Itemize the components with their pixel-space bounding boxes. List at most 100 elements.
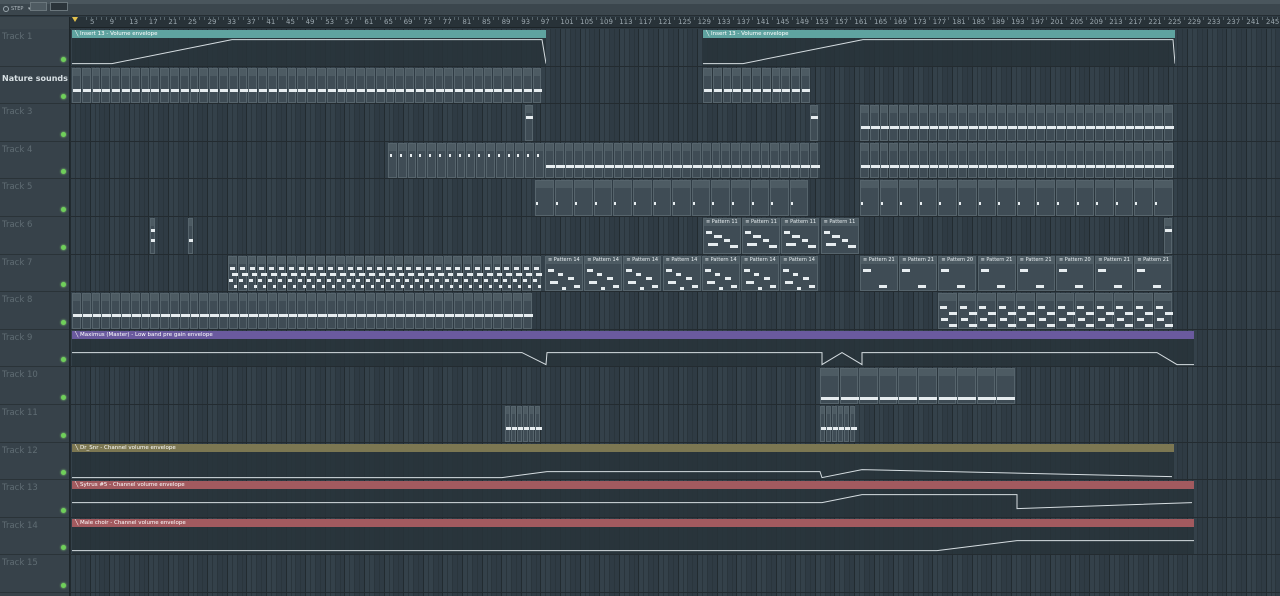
pattern-clip[interactable] <box>1134 180 1153 216</box>
pattern-clip[interactable] <box>750 180 770 216</box>
pattern-clip[interactable] <box>388 142 397 179</box>
pattern-clip[interactable] <box>535 180 554 216</box>
pattern-clip[interactable] <box>188 218 193 254</box>
pattern-clip[interactable]: ≡ Pattern 21 <box>860 255 898 292</box>
pattern-clip[interactable] <box>997 105 1008 141</box>
automation-curve[interactable] <box>72 38 546 66</box>
pattern-clip[interactable] <box>160 293 171 329</box>
pattern-clip[interactable] <box>1154 105 1164 141</box>
pattern-clip[interactable] <box>1085 105 1096 141</box>
track-mute-led-icon[interactable] <box>61 206 66 212</box>
audio-clip[interactable] <box>771 67 781 103</box>
pattern-clip[interactable] <box>967 142 978 179</box>
audio-clip[interactable] <box>81 67 91 103</box>
track-mute-led-icon[interactable] <box>61 432 66 438</box>
pattern-clip[interactable] <box>505 142 515 179</box>
audio-clip[interactable] <box>287 67 297 103</box>
pattern-clip[interactable] <box>335 255 346 292</box>
pattern-clip[interactable] <box>346 293 357 329</box>
pattern-clip[interactable] <box>493 293 504 329</box>
pattern-clip[interactable] <box>1056 105 1066 141</box>
pattern-clip[interactable]: ≡ Pattern 11 <box>781 218 820 254</box>
pattern-clip[interactable] <box>529 406 536 442</box>
pattern-clip[interactable] <box>860 142 870 179</box>
track-mute-led-icon[interactable] <box>61 357 66 363</box>
pattern-clip[interactable] <box>860 180 879 216</box>
pattern-clip[interactable] <box>209 293 220 329</box>
pattern-clip[interactable] <box>286 255 297 292</box>
pattern-clip[interactable] <box>336 293 347 329</box>
pattern-clip[interactable] <box>1153 293 1173 329</box>
pattern-clip[interactable] <box>899 180 918 216</box>
pattern-clip[interactable] <box>909 142 919 179</box>
pattern-clip[interactable] <box>810 105 818 141</box>
audio-clip[interactable] <box>189 67 199 103</box>
track-mute-led-icon[interactable] <box>61 244 66 250</box>
pattern-clip[interactable] <box>1105 105 1115 141</box>
automation-curve[interactable] <box>72 339 1194 367</box>
pattern-clip[interactable] <box>977 142 988 179</box>
audio-clip[interactable] <box>366 67 375 103</box>
track-header[interactable]: Track 4 <box>0 141 69 180</box>
pattern-clip[interactable] <box>1114 105 1125 141</box>
audio-clip[interactable] <box>503 67 513 103</box>
pattern-clip[interactable] <box>996 293 1016 329</box>
pattern-clip[interactable] <box>594 142 604 179</box>
pattern-clip[interactable] <box>384 255 395 292</box>
pattern-clip[interactable] <box>1124 142 1135 179</box>
pattern-clip[interactable] <box>820 368 839 404</box>
audio-clip[interactable] <box>170 67 179 103</box>
track-mute-led-icon[interactable] <box>61 394 66 400</box>
pattern-clip[interactable] <box>1046 105 1057 141</box>
track-lane[interactable] <box>70 555 1280 593</box>
audio-clip[interactable] <box>522 67 532 103</box>
pattern-clip[interactable] <box>957 368 977 404</box>
pattern-clip[interactable] <box>820 406 827 442</box>
pattern-clip[interactable] <box>326 255 336 292</box>
pattern-clip[interactable]: ≡ Pattern 14 <box>780 255 819 292</box>
pattern-clip[interactable] <box>415 293 425 329</box>
pattern-clip[interactable] <box>427 142 436 179</box>
track-header[interactable]: Track 12 <box>0 442 69 481</box>
pattern-clip[interactable] <box>652 142 663 179</box>
audio-clip[interactable] <box>454 67 464 103</box>
pattern-clip[interactable] <box>1075 293 1095 329</box>
pattern-clip[interactable] <box>623 142 634 179</box>
audio-clip[interactable] <box>346 67 356 103</box>
pattern-clip[interactable] <box>878 368 898 404</box>
pattern-clip[interactable] <box>1134 105 1145 141</box>
pattern-clip[interactable] <box>937 368 957 404</box>
track-header[interactable]: Track 10 <box>0 367 69 405</box>
pattern-clip[interactable] <box>446 142 456 179</box>
audio-clip[interactable] <box>258 67 268 103</box>
audio-clip[interactable] <box>248 67 258 103</box>
pattern-clip[interactable] <box>414 255 425 292</box>
track-header[interactable]: Nature sounds <box>0 66 69 105</box>
pattern-clip[interactable] <box>277 255 287 292</box>
pattern-clip[interactable] <box>72 293 82 329</box>
pattern-clip[interactable] <box>437 142 446 179</box>
pattern-clip[interactable] <box>692 142 702 179</box>
pattern-clip[interactable] <box>1163 142 1174 179</box>
pattern-clip[interactable] <box>502 255 513 292</box>
pattern-clip[interactable] <box>1085 142 1096 179</box>
pattern-clip[interactable] <box>356 293 367 329</box>
track-mute-led-icon[interactable] <box>61 545 66 551</box>
pattern-clip[interactable] <box>453 255 464 292</box>
pattern-clip[interactable] <box>512 255 523 292</box>
pattern-clip[interactable] <box>967 105 978 141</box>
pattern-clip[interactable] <box>996 368 1016 404</box>
pattern-clip[interactable] <box>111 293 122 329</box>
track-mute-led-icon[interactable] <box>61 131 66 137</box>
pattern-clip[interactable] <box>1065 142 1076 179</box>
audio-clip[interactable] <box>395 67 405 103</box>
audio-clip[interactable] <box>742 67 752 103</box>
pattern-clip[interactable] <box>1144 142 1155 179</box>
pattern-clip[interactable] <box>483 293 494 329</box>
pattern-clip[interactable] <box>760 142 771 179</box>
pattern-clip[interactable] <box>918 105 929 141</box>
track-header[interactable]: Track 1 <box>0 29 69 67</box>
pattern-clip[interactable] <box>879 180 899 216</box>
pattern-clip[interactable] <box>405 293 416 329</box>
pattern-clip[interactable] <box>958 105 968 141</box>
